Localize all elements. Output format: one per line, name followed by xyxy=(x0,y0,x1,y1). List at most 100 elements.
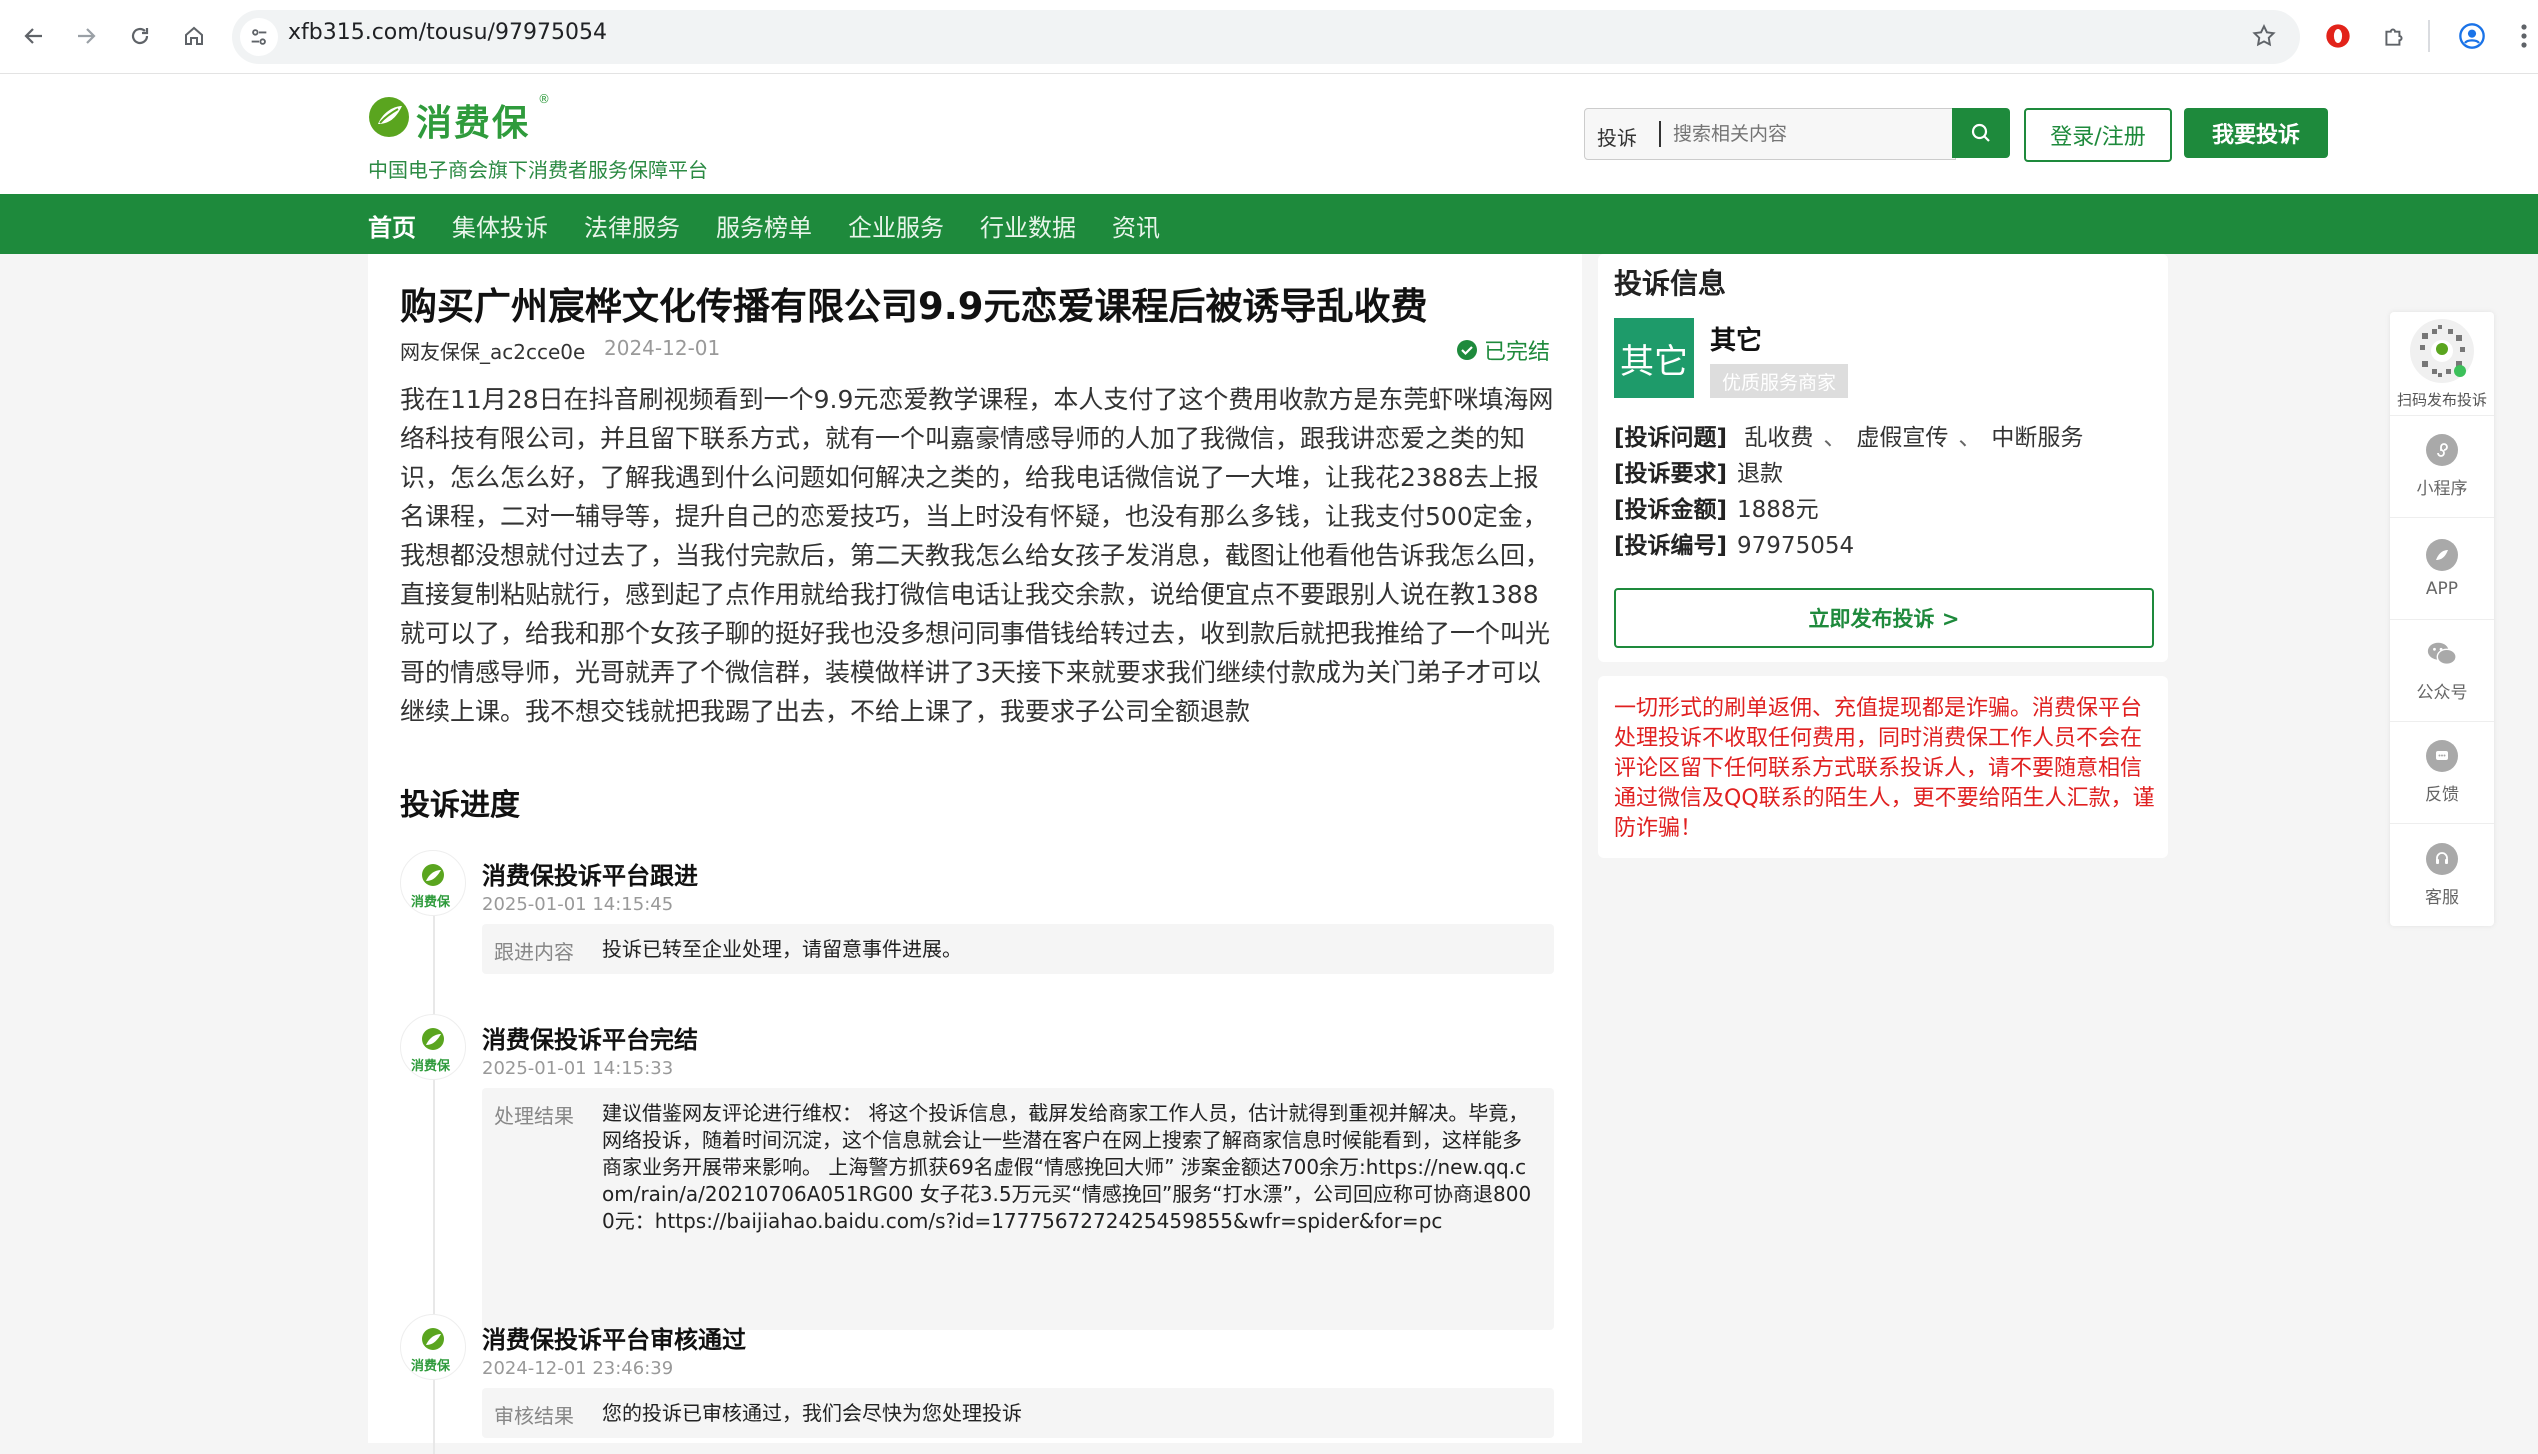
nav-item-home[interactable]: 首页 xyxy=(368,208,416,243)
timeline-item-text: 建议借鉴网友评论进行维权： 将这个投诉信息，截屏发给商家工作人员，估计就得到重视… xyxy=(602,1101,1532,1233)
reload-icon[interactable] xyxy=(118,14,162,58)
timeline-item-time: 2025-01-01 14:15:45 xyxy=(482,894,674,915)
info-value: 97975054 xyxy=(1737,533,1855,559)
side-item-feedback[interactable]: 反馈 xyxy=(2390,722,2494,824)
nav-item-group-complaint[interactable]: 集体投诉 xyxy=(452,208,548,243)
side-item-mini-program[interactable]: 小程序 xyxy=(2390,416,2494,518)
merchant-name[interactable]: 其它 xyxy=(1710,320,1762,357)
nav-item-legal-service[interactable]: 法律服务 xyxy=(584,208,680,243)
side-item-customer-service[interactable]: 客服 xyxy=(2390,824,2494,926)
search-input[interactable] xyxy=(1673,117,1943,151)
avatar-text: 消费保 xyxy=(411,1359,451,1374)
app-icon xyxy=(2426,538,2458,571)
check-circle-icon xyxy=(1457,340,1477,360)
progress-heading: 投诉进度 xyxy=(400,788,520,823)
mini-program-icon xyxy=(2426,434,2458,466)
info-key: [投诉编号] xyxy=(1614,533,1728,559)
tagline: 中国电子商会旗下消费者服务保障平台 xyxy=(368,158,708,182)
info-row-issue: [投诉问题] 乱收费、虚假宣传、中断服务 xyxy=(1614,425,2084,451)
timeline-item-time: 2024-12-01 23:46:39 xyxy=(482,1358,674,1379)
info-key: [投诉问题] xyxy=(1614,425,1728,451)
side-item-label: APP xyxy=(2425,578,2459,599)
search-divider xyxy=(1659,121,1661,147)
info-row-request: [投诉要求] 退款 xyxy=(1614,454,1783,488)
nav-item-news[interactable]: 资讯 xyxy=(1112,208,1160,243)
timeline-item-label: 处理结果 xyxy=(494,1104,574,1128)
status-badge: 已完结 xyxy=(1456,334,1550,366)
profile-icon[interactable] xyxy=(2452,16,2492,56)
avatar-text: 消费保 xyxy=(411,895,451,910)
merchant-logo[interactable]: 其它 xyxy=(1614,318,1694,398)
logo-text[interactable]: 消费保 xyxy=(416,94,530,146)
info-key: [投诉要求] xyxy=(1614,461,1728,487)
main-nav: 首页 集体投诉 法律服务 服务榜单 企业服务 行业数据 资讯 xyxy=(0,194,2538,254)
qr-code-item[interactable]: 扫码发布投诉 xyxy=(2390,312,2494,416)
complaint-info-card: 投诉信息 其它 其它 优质服务商家 [投诉问题] 乱收费、虚假宣传、中断服务 [… xyxy=(1598,254,2168,662)
nav-item-industry-data[interactable]: 行业数据 xyxy=(980,208,1076,243)
timeline-item-title: 消费保投诉平台完结 xyxy=(482,1026,698,1054)
complaint-content: 我在11月28日在抖音刷视频看到一个9.9元恋爱教学课程，本人支付了这个费用收款… xyxy=(400,385,1554,726)
complaint-detail-card: 购买广州宸桦文化传播有限公司9.9元恋爱课程后被诱导乱收费 网友保保_ac2cc… xyxy=(368,254,1582,1454)
bookmark-star-icon[interactable] xyxy=(2244,16,2284,56)
back-arrow-icon[interactable] xyxy=(12,14,56,58)
avatar-text: 消费保 xyxy=(411,1059,451,1074)
timeline-item-box: 处理结果 建议借鉴网友评论进行维权： 将这个投诉信息，截屏发给商家工作人员，估计… xyxy=(482,1088,1554,1330)
site-info-icon[interactable] xyxy=(240,18,278,56)
side-item-label: 反馈 xyxy=(2425,785,2459,805)
info-row-number: [投诉编号] 97975054 xyxy=(1614,526,1854,560)
feedback-icon xyxy=(2426,740,2458,772)
issue-tag: 乱收费 xyxy=(1744,425,1814,451)
timeline-item-box: 审核结果 您的投诉已审核通过，我们会尽快为您处理投诉 xyxy=(482,1388,1554,1438)
floating-side-toolbar: 扫码发布投诉 小程序 APP 公众号 反馈 客服 xyxy=(2390,312,2494,926)
info-row-amount: [投诉金额] 1888元 xyxy=(1614,490,1819,524)
nav-item-service-ranking[interactable]: 服务榜单 xyxy=(716,208,812,243)
site-header: 消费保 ® 中国电子商会旗下消费者服务保障平台 投诉 登录/注册 我要投诉 xyxy=(0,74,2538,194)
browser-menu-icon[interactable] xyxy=(2504,16,2538,56)
info-value: 退款 xyxy=(1737,461,1784,487)
info-value: 1888元 xyxy=(1737,497,1819,523)
qr-label: 扫码发布投诉 xyxy=(2396,391,2487,409)
side-item-official-account[interactable]: 公众号 xyxy=(2390,620,2494,722)
browser-toolbar: xfb315.com/tousu/97975054 xyxy=(0,0,2538,74)
side-item-label: 小程序 xyxy=(2416,479,2468,499)
platform-avatar: 消费保 xyxy=(400,1014,466,1080)
fraud-warning-card: 一切形式的刷单返佣、充值提现都是诈骗。消费保平台处理投诉不收取任何费用，同时消费… xyxy=(1598,676,2168,858)
timeline-item-title: 消费保投诉平台跟进 xyxy=(482,862,698,890)
logo-registered-mark: ® xyxy=(538,92,550,106)
side-item-app[interactable]: APP xyxy=(2390,518,2494,620)
complaint-date: 2024-12-01 xyxy=(604,336,721,360)
url-text[interactable]: xfb315.com/tousu/97975054 xyxy=(288,20,607,45)
timeline-item-label: 跟进内容 xyxy=(494,940,574,964)
status-text: 已完结 xyxy=(1484,340,1551,365)
qr-code-icon xyxy=(2410,319,2474,383)
login-register-button[interactable]: 登录/注册 xyxy=(2024,108,2172,162)
side-item-label: 客服 xyxy=(2425,887,2459,908)
search-box: 投诉 xyxy=(1584,108,1956,160)
timeline-item-title: 消费保投诉平台审核通过 xyxy=(482,1326,746,1354)
merchant-badge: 优质服务商家 xyxy=(1710,364,1848,398)
complaint-author[interactable]: 网友保保_ac2cce0e xyxy=(400,336,585,365)
timeline-item-time: 2025-01-01 14:15:33 xyxy=(482,1058,674,1079)
search-icon xyxy=(1971,123,1990,142)
issue-tag: 中断服务 xyxy=(1991,425,2084,451)
side-item-label: 公众号 xyxy=(2416,683,2468,703)
customer-service-icon xyxy=(2426,842,2458,875)
forward-arrow-icon[interactable] xyxy=(64,14,108,58)
search-category-select[interactable]: 投诉 xyxy=(1597,122,1637,151)
info-heading: 投诉信息 xyxy=(1614,267,1727,300)
search-button[interactable] xyxy=(1952,108,2010,158)
extensions-puzzle-icon[interactable] xyxy=(2374,16,2414,56)
timeline-item-text: 投诉已转至企业处理，请留意事件进展。 xyxy=(602,937,962,961)
info-key: [投诉金额] xyxy=(1614,497,1728,523)
extension-red-icon[interactable] xyxy=(2318,16,2358,56)
publish-complaint-button[interactable]: 立即发布投诉 > xyxy=(1614,588,2154,648)
file-complaint-button[interactable]: 我要投诉 xyxy=(2184,108,2328,158)
timeline-item-text: 您的投诉已审核通过，我们会尽快为您处理投诉 xyxy=(602,1401,1022,1425)
issue-tag: 虚假宣传 xyxy=(1856,425,1949,451)
logo-leaf-icon[interactable] xyxy=(368,96,410,138)
nav-item-enterprise-service[interactable]: 企业服务 xyxy=(848,208,944,243)
home-icon[interactable] xyxy=(172,14,216,58)
platform-avatar: 消费保 xyxy=(400,1314,466,1380)
toolbar-divider xyxy=(2428,20,2430,52)
platform-avatar: 消费保 xyxy=(400,850,466,916)
